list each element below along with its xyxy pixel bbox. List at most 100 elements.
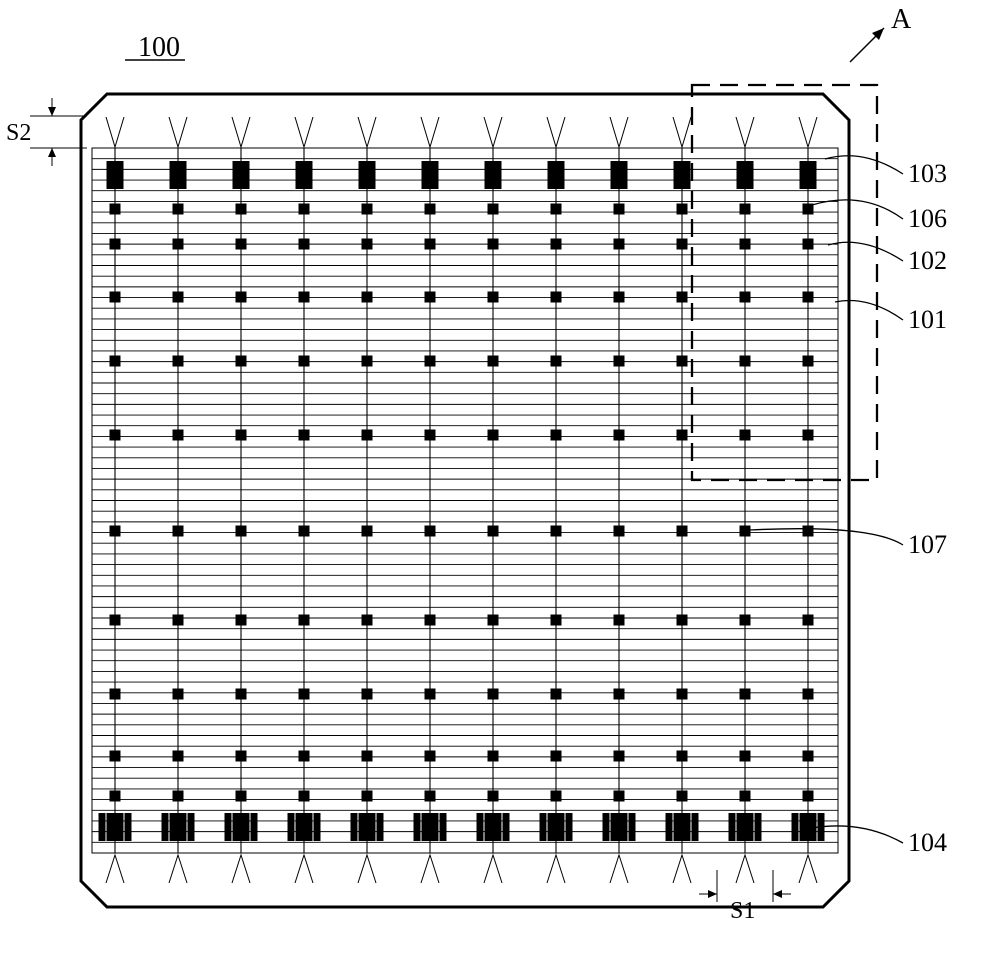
pad — [110, 615, 121, 626]
pad — [740, 791, 751, 802]
pad — [225, 813, 232, 841]
pad — [677, 526, 688, 537]
pad — [425, 239, 436, 250]
pad — [488, 292, 499, 303]
pad — [677, 356, 688, 367]
label-r102: 102 — [908, 246, 947, 275]
pad — [110, 356, 121, 367]
pad — [299, 356, 310, 367]
pad — [740, 204, 751, 215]
pad — [299, 751, 310, 762]
probe-mark-bot — [547, 855, 565, 883]
pad — [425, 204, 436, 215]
pad — [614, 615, 625, 626]
pad — [803, 751, 814, 762]
pad — [740, 430, 751, 441]
probe-mark-top — [547, 117, 565, 147]
pad — [488, 791, 499, 802]
pad — [677, 791, 688, 802]
pad — [170, 813, 187, 841]
s2-arrowhead2 — [48, 148, 56, 157]
pad — [110, 239, 121, 250]
pad — [737, 161, 754, 189]
callout-r101 — [835, 300, 903, 320]
pad — [792, 813, 799, 841]
pad — [488, 239, 499, 250]
label-title: 100 — [138, 32, 180, 63]
pad — [677, 689, 688, 700]
pad — [173, 689, 184, 700]
pad — [362, 526, 373, 537]
pad — [614, 204, 625, 215]
pad — [362, 689, 373, 700]
probe-mark-top — [421, 117, 439, 147]
pad — [629, 813, 636, 841]
pad — [314, 813, 321, 841]
pad — [351, 813, 358, 841]
pad — [803, 791, 814, 802]
pad — [674, 161, 691, 189]
pad — [414, 813, 421, 841]
pad — [236, 292, 247, 303]
pad — [110, 292, 121, 303]
pad — [236, 526, 247, 537]
pad — [422, 813, 439, 841]
label-r103: 103 — [908, 159, 947, 188]
pad — [110, 204, 121, 215]
pad — [299, 430, 310, 441]
label-r101: 101 — [908, 305, 947, 334]
pad — [485, 813, 502, 841]
probe-mark-top — [358, 117, 376, 147]
pad — [236, 356, 247, 367]
pad — [551, 356, 562, 367]
pad — [110, 689, 121, 700]
pad — [737, 813, 754, 841]
pad — [425, 292, 436, 303]
pad — [236, 689, 247, 700]
pad — [377, 813, 384, 841]
pad — [677, 292, 688, 303]
pad — [99, 813, 106, 841]
pad — [362, 430, 373, 441]
s1-ah-r — [773, 890, 782, 898]
callout-r107 — [750, 529, 903, 545]
pad — [425, 615, 436, 626]
pad — [440, 813, 447, 841]
pad — [107, 161, 124, 189]
pad — [299, 292, 310, 303]
pad — [803, 356, 814, 367]
probe-mark-bot — [799, 855, 817, 883]
pad — [729, 813, 736, 841]
pad — [251, 813, 258, 841]
callout-r106 — [812, 200, 903, 219]
pad — [548, 813, 565, 841]
probe-mark-top — [736, 117, 754, 147]
pad — [614, 791, 625, 802]
probe-mark-bot — [106, 855, 124, 883]
probe-mark-bot — [610, 855, 628, 883]
probe-mark-bot — [232, 855, 250, 883]
s2-arrowhead — [48, 107, 56, 116]
label-detail-A: A — [891, 4, 912, 35]
probe-mark-top — [610, 117, 628, 147]
pad — [488, 430, 499, 441]
pad — [173, 356, 184, 367]
probe-mark-bot — [484, 855, 502, 883]
pad — [551, 526, 562, 537]
pad — [677, 430, 688, 441]
label-r106: 106 — [908, 204, 947, 233]
pad — [614, 239, 625, 250]
pad — [362, 204, 373, 215]
pad — [299, 689, 310, 700]
pad — [803, 239, 814, 250]
pad — [677, 204, 688, 215]
pad — [425, 526, 436, 537]
pad — [296, 813, 313, 841]
pad — [362, 751, 373, 762]
pad — [173, 239, 184, 250]
probe-mark-bot — [169, 855, 187, 883]
pad — [422, 161, 439, 189]
pad — [803, 615, 814, 626]
pad — [170, 161, 187, 189]
pad — [477, 813, 484, 841]
